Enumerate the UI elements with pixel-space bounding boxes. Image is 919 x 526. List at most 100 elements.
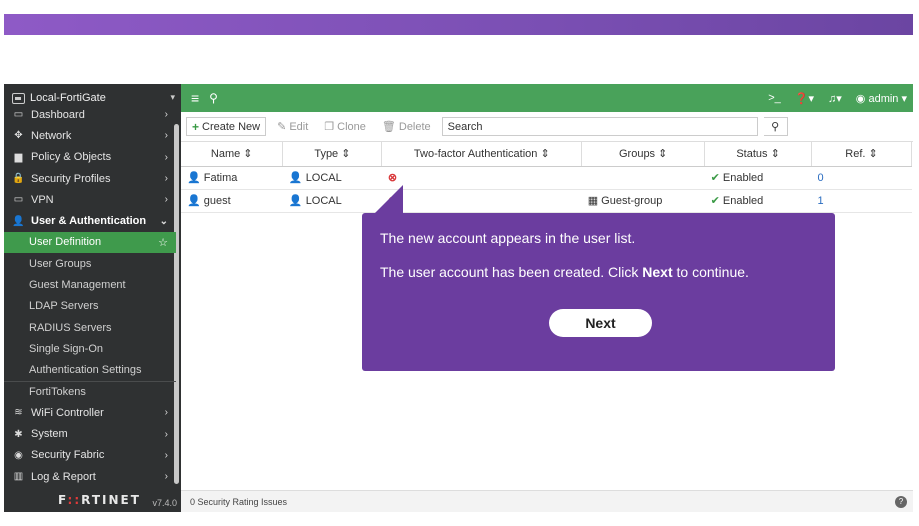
security-rating-issues[interactable]: 0 Security Rating Issues xyxy=(190,497,287,507)
clone-button[interactable]: ❐ Clone xyxy=(319,117,371,136)
edit-button[interactable]: ✎ Edit xyxy=(272,117,314,136)
toolbar: + Create New ✎ Edit ❐ Clone 🗑 Delete Search … xyxy=(181,112,913,142)
sidebar-subitem-guest-management[interactable]: Guest Management xyxy=(4,274,176,295)
help-icon[interactable]: ? xyxy=(895,496,907,508)
menu-icon[interactable]: ≡ xyxy=(191,90,199,106)
sidebar-nav: ▭ Dashboard › ✥ Network › ▆ Policy & Objects ›… xyxy=(4,104,176,487)
tooltip-bold-text: Next xyxy=(642,264,673,280)
check-circle-icon: ✔ xyxy=(710,172,723,184)
sidebar-item-log-report[interactable]: ▥ Log & Report › xyxy=(4,466,176,487)
cell-groups: ▦ Guest-group xyxy=(581,189,705,213)
fortinet-logo: F::RTINET xyxy=(58,493,141,507)
user-name: guest xyxy=(203,195,231,207)
sidebar-subitem-label: User Definition xyxy=(29,236,102,249)
sidebar-item-security-fabric[interactable]: ◉ Security Fabric › xyxy=(4,445,176,466)
sidebar-item-wifi[interactable]: ≋ WiFi Controller › xyxy=(4,402,176,423)
search-input[interactable]: Search xyxy=(441,117,758,136)
check-circle-icon: ✔ xyxy=(710,195,723,207)
cell-ref: 1 xyxy=(811,189,912,213)
sidebar-item-label: VPN xyxy=(31,193,54,206)
status-bar: 0 Security Rating Issues ? xyxy=(181,490,913,512)
sidebar-subitem-fortitokens[interactable]: FortiTokens xyxy=(4,380,176,402)
create-new-button[interactable]: + Create New xyxy=(186,117,267,136)
device-name: Local-FortiGate xyxy=(30,92,106,104)
bell-icon[interactable]: ♫▾ xyxy=(828,92,842,105)
logo-part: RTINET xyxy=(81,493,141,507)
pencil-icon: ✎ xyxy=(277,121,287,133)
cell-groups xyxy=(581,166,705,190)
user-table: Name ⇕ Type ⇕ Two-factor Authentication … xyxy=(181,142,912,213)
chevron-right-icon: › xyxy=(164,151,168,163)
delete-button[interactable]: 🗑 Delete xyxy=(376,117,436,136)
column-header-ref[interactable]: Ref. ⇕ xyxy=(811,142,912,167)
tooltip-line-2: The user account has been created. Click… xyxy=(380,264,749,280)
chevron-right-icon: › xyxy=(164,194,168,206)
sidebar-subitem-label: User Groups xyxy=(29,257,92,270)
search-icon[interactable]: ⚲ xyxy=(209,91,218,105)
column-header-two-factor[interactable]: Two-factor Authentication ⇕ xyxy=(381,142,583,167)
chevron-right-icon: › xyxy=(164,428,168,440)
column-header-name[interactable]: Name ⇕ xyxy=(181,142,284,167)
table-row[interactable]: 👤 guest 👤 LOCAL ⊗ ▦ Guest-group ✔ Enable… xyxy=(181,189,912,213)
chevron-right-icon: › xyxy=(164,173,168,185)
cli-icon[interactable]: >_ xyxy=(768,92,781,104)
next-button[interactable]: Next xyxy=(549,309,652,337)
logo-part: F xyxy=(58,493,68,507)
search-placeholder: Search xyxy=(447,120,483,133)
search-button[interactable]: ⚲ xyxy=(763,117,788,136)
table-row[interactable]: 👤 Fatima 👤 LOCAL ⊗ ✔ Enabled 0 xyxy=(181,166,912,190)
column-header-type[interactable]: Type ⇕ xyxy=(282,142,383,167)
sidebar-item-vpn[interactable]: ▭ VPN › xyxy=(4,189,176,210)
disabled-x-icon: ⊗ xyxy=(387,172,398,184)
vpn-icon: ▭ xyxy=(13,194,24,206)
top-bar: ≡ ⚲ >_ ❓▾ ♫▾ ◉ admin ▾ xyxy=(181,84,913,112)
chevron-right-icon: › xyxy=(164,407,168,419)
user-icon: 👤 xyxy=(187,195,204,207)
sidebar: Local-FortiGate ▾ ▭ Dashboard › ✥ Network › … xyxy=(4,84,181,512)
admin-label: admin xyxy=(868,92,899,105)
sidebar-item-network[interactable]: ✥ Network › xyxy=(4,125,176,146)
sidebar-item-system[interactable]: ✱ System › xyxy=(4,423,176,444)
sidebar-item-label: Security Fabric xyxy=(31,449,105,462)
status-text: Enabled xyxy=(722,172,764,184)
column-header-groups[interactable]: Groups ⇕ xyxy=(581,142,706,167)
tooltip-text: The user account has been created. Click xyxy=(380,264,643,280)
lock-icon: 🔒 xyxy=(12,173,25,185)
sidebar-subitem-authentication-settings[interactable]: Authentication Settings xyxy=(4,360,176,381)
chevron-right-icon: › xyxy=(164,130,168,142)
sidebar-item-user-auth[interactable]: 👤 User & Authentication ⌄ xyxy=(4,210,176,231)
admin-menu[interactable]: ◉ admin ▾ xyxy=(856,92,907,105)
table-header-row: Name ⇕ Type ⇕ Two-factor Authentication … xyxy=(181,142,912,167)
ref-link[interactable]: 0 xyxy=(818,172,824,184)
help-icon[interactable]: ❓▾ xyxy=(795,92,814,105)
chevron-down-icon: ⌄ xyxy=(159,215,168,227)
cell-status: ✔ Enabled xyxy=(704,189,812,213)
sidebar-subitem-radius-servers[interactable]: RADIUS Servers xyxy=(4,317,176,338)
sidebar-subitem-user-groups[interactable]: User Groups xyxy=(4,253,176,274)
top-bar-actions: >_ ❓▾ ♫▾ ◉ admin ▾ xyxy=(768,84,907,112)
ref-link[interactable]: 1 xyxy=(818,195,824,207)
delete-label: Delete xyxy=(398,120,431,133)
sidebar-subitem-user-definition[interactable]: User Definition ☆ xyxy=(4,231,176,254)
status-text: Enabled xyxy=(722,195,764,207)
search-icon: ⚲ xyxy=(771,121,780,133)
sidebar-subitem-label: Authentication Settings xyxy=(29,364,142,377)
star-icon[interactable]: ☆ xyxy=(158,236,168,249)
user-icon: 👤 xyxy=(288,195,306,207)
policy-icon: ▆ xyxy=(14,151,23,163)
sidebar-item-dashboard[interactable]: ▭ Dashboard › xyxy=(4,104,176,125)
logo-part: :: xyxy=(67,493,82,507)
wifi-icon: ≋ xyxy=(14,407,23,419)
sidebar-footer: F::RTINET v7.4.0 xyxy=(4,488,181,512)
sidebar-item-label: Log & Report xyxy=(31,470,96,483)
cell-two-factor: ⊗ xyxy=(381,166,582,190)
sidebar-item-security-profiles[interactable]: 🔒 Security Profiles › xyxy=(4,168,176,189)
sidebar-subitem-single-sign-on[interactable]: Single Sign-On xyxy=(4,338,176,359)
sidebar-subitem-ldap-servers[interactable]: LDAP Servers xyxy=(4,296,176,317)
sidebar-item-label: Network xyxy=(31,129,72,142)
column-header-status[interactable]: Status ⇕ xyxy=(704,142,813,167)
sidebar-subitem-label: Single Sign-On xyxy=(29,342,103,355)
sidebar-item-policy[interactable]: ▆ Policy & Objects › xyxy=(4,147,176,168)
cell-name: 👤 guest xyxy=(181,189,283,213)
user-name: Fatima xyxy=(203,172,238,184)
